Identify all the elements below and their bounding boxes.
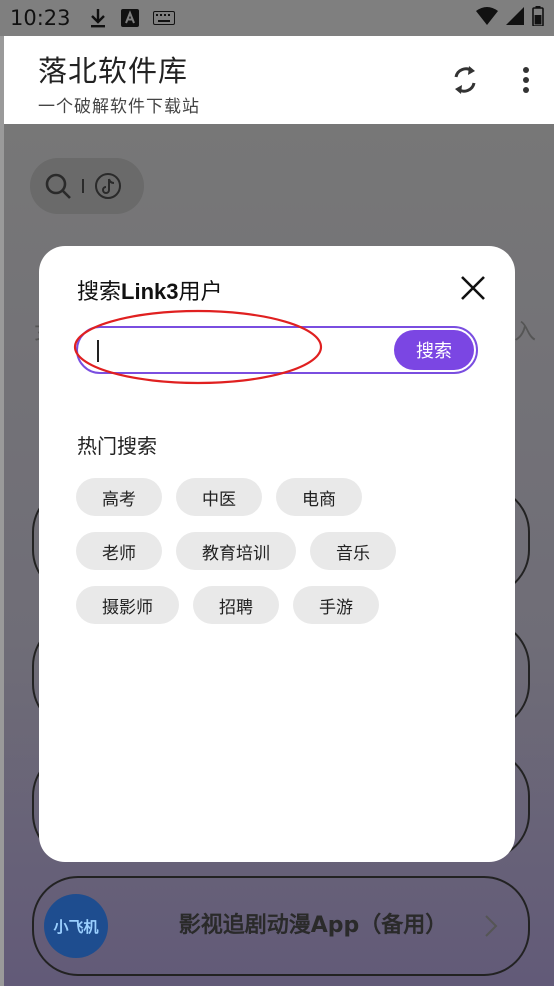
hot-tag[interactable]: 音乐 bbox=[310, 532, 396, 570]
status-bar: 10:23 bbox=[0, 0, 554, 36]
background-card-app: 小飞机 影视追剧动漫App（备用） bbox=[32, 876, 530, 976]
divider bbox=[82, 179, 84, 193]
font-app-icon bbox=[120, 9, 139, 27]
close-button[interactable] bbox=[457, 272, 489, 304]
search-button[interactable]: 搜索 bbox=[394, 330, 474, 370]
hot-tag[interactable]: 高考 bbox=[76, 478, 162, 516]
hot-tag[interactable]: 老师 bbox=[76, 532, 162, 570]
download-icon bbox=[89, 8, 107, 28]
battery-icon bbox=[532, 6, 544, 30]
hot-tag[interactable]: 中医 bbox=[176, 478, 262, 516]
keyboard-icon bbox=[152, 11, 175, 25]
hot-tag[interactable]: 教育培训 bbox=[176, 532, 296, 570]
tag-row: 摄影师 招聘 手游 bbox=[76, 586, 496, 624]
search-input[interactable] bbox=[88, 331, 388, 369]
hot-tag[interactable]: 手游 bbox=[293, 586, 379, 624]
refresh-icon bbox=[454, 66, 476, 94]
close-icon bbox=[461, 276, 485, 300]
tag-row: 老师 教育培训 音乐 bbox=[76, 532, 496, 570]
hot-tag[interactable]: 招聘 bbox=[193, 586, 279, 624]
tag-row: 高考 中医 电商 bbox=[76, 478, 496, 516]
search-icon bbox=[45, 173, 71, 199]
chevron-right-icon bbox=[485, 915, 498, 937]
search-dialog: 搜索Link3用户 搜索 热门搜索 高考 中医 电商 老师 教育培训 音乐 摄影… bbox=[39, 246, 515, 862]
hot-search-title: 热门搜索 bbox=[77, 434, 157, 458]
hot-search-tags: 高考 中医 电商 老师 教育培训 音乐 摄影师 招聘 手游 bbox=[76, 478, 496, 640]
app-logo: 小飞机 bbox=[44, 894, 108, 958]
background-card-title: 影视追剧动漫App（备用） bbox=[178, 913, 448, 938]
app-title: 落北软件库 bbox=[38, 54, 189, 88]
background-text-right: 入 bbox=[513, 320, 536, 345]
status-time: 10:23 bbox=[10, 6, 71, 30]
more-options-button[interactable] bbox=[512, 62, 540, 98]
hot-tag[interactable]: 摄影师 bbox=[76, 586, 179, 624]
dialog-title: 搜索Link3用户 bbox=[77, 279, 223, 305]
more-vert-icon bbox=[523, 67, 529, 93]
app-subtitle: 一个破解软件下载站 bbox=[38, 97, 200, 117]
hot-tag[interactable]: 电商 bbox=[276, 478, 362, 516]
search-box: 搜索 bbox=[76, 326, 478, 374]
text-caret bbox=[97, 340, 99, 362]
signal-icon bbox=[506, 7, 524, 29]
refresh-button[interactable] bbox=[447, 62, 483, 98]
app-bar: 落北软件库 一个破解软件下载站 bbox=[0, 36, 554, 124]
wifi-icon bbox=[476, 7, 498, 29]
background-search-pill bbox=[30, 158, 144, 214]
tiktok-icon bbox=[95, 173, 121, 199]
